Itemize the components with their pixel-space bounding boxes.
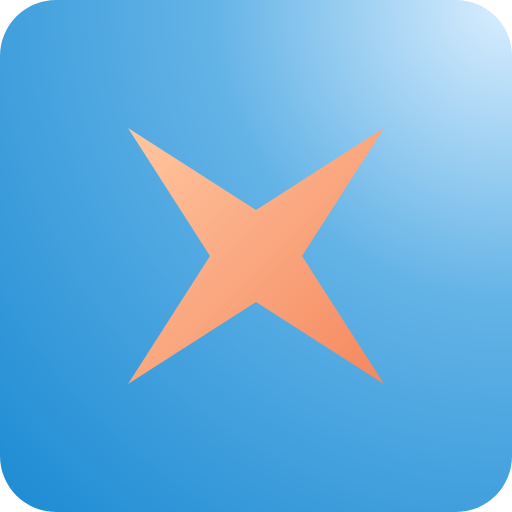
app-icon-graphic <box>0 0 512 512</box>
app-icon[interactable] <box>0 0 512 512</box>
